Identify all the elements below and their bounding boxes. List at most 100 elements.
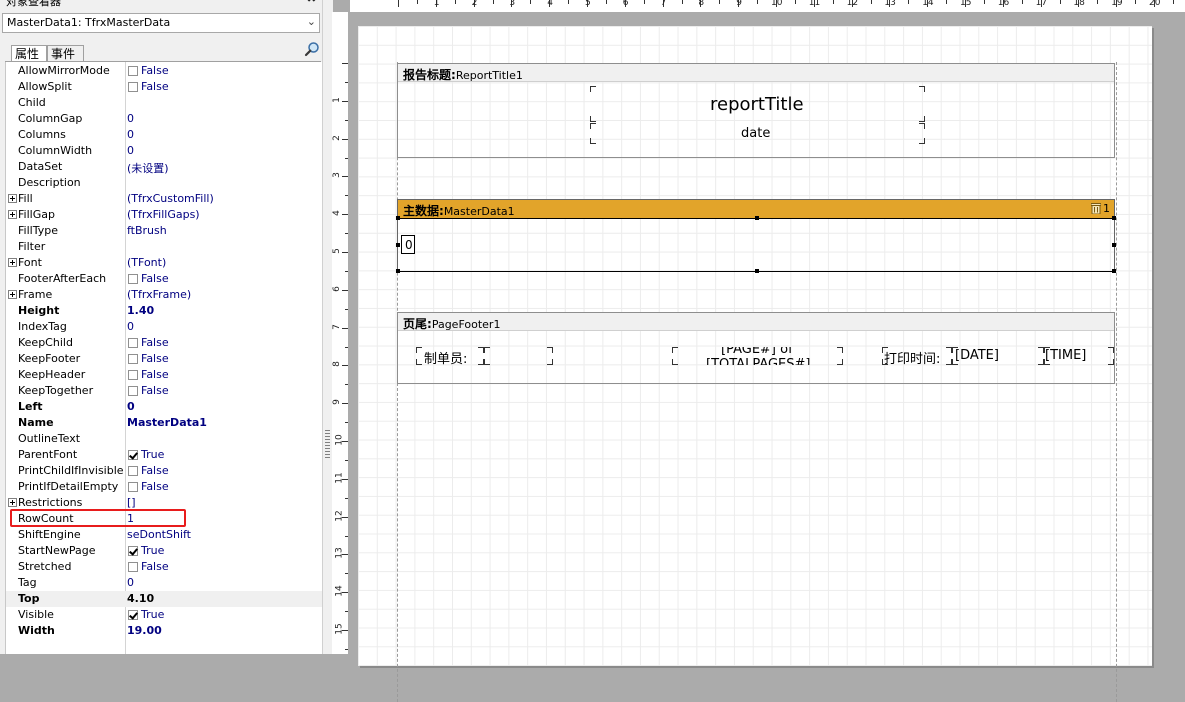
close-icon[interactable]: ✖ (306, 0, 317, 6)
property-checkbox[interactable] (128, 354, 138, 364)
resize-handle-right-top[interactable] (1112, 216, 1116, 220)
search-icon[interactable] (304, 41, 320, 57)
property-value[interactable]: False (141, 64, 169, 77)
tab-properties[interactable]: 属性 (11, 45, 47, 61)
property-row-outlinetext[interactable]: OutlineText (6, 431, 322, 447)
property-checkbox[interactable] (128, 338, 138, 348)
property-checkbox[interactable] (128, 482, 138, 492)
property-row-height[interactable]: Height 1.40 (6, 303, 322, 319)
row-value-memo[interactable]: 0 (401, 235, 415, 254)
property-value[interactable]: False (141, 368, 169, 381)
property-row-stretched[interactable]: Stretched False (6, 559, 322, 575)
property-row-left[interactable]: Left 0 (6, 399, 322, 415)
property-row-width[interactable]: Width 19.00 (6, 623, 322, 639)
date-memo[interactable]: date (590, 123, 925, 144)
report-title-band[interactable]: 报告标题:ReportTitle1 reportTitle date (397, 63, 1115, 158)
resize-handle-right-mid[interactable] (1112, 243, 1116, 247)
property-row-columnwidth[interactable]: ColumnWidth 0 (6, 143, 322, 159)
property-row-keepchild[interactable]: KeepChild False (6, 335, 322, 351)
resize-handle-bottom[interactable] (755, 269, 759, 273)
property-checkbox[interactable] (128, 450, 138, 460)
property-checkbox[interactable] (128, 386, 138, 396)
property-value[interactable]: 0 (127, 320, 134, 333)
property-row-child[interactable]: Child (6, 95, 322, 111)
property-value[interactable]: 0 (127, 144, 134, 157)
property-row-fill[interactable]: Fill (TfrxCustomFill) (6, 191, 322, 207)
resize-handle-right-bottom[interactable] (1112, 269, 1116, 273)
resize-handle-left-bottom[interactable] (396, 269, 400, 273)
expand-icon[interactable] (8, 290, 17, 299)
property-checkbox[interactable] (128, 274, 138, 284)
maker-label-memo[interactable]: 制单员: (416, 347, 484, 367)
expand-icon[interactable] (8, 498, 17, 507)
resize-handle-left-top[interactable] (396, 216, 400, 220)
property-value[interactable]: 0 (127, 400, 135, 413)
object-select[interactable]: MasterData1: TfrxMasterData ⌄ (2, 13, 320, 33)
property-value[interactable]: MasterData1 (127, 416, 207, 429)
property-value[interactable]: False (141, 560, 169, 573)
property-value[interactable]: True (141, 544, 164, 557)
expand-icon[interactable] (8, 258, 17, 267)
property-value[interactable]: False (141, 352, 169, 365)
property-row-tag[interactable]: Tag 0 (6, 575, 322, 591)
property-checkbox[interactable] (128, 466, 138, 476)
property-value[interactable]: False (141, 480, 169, 493)
property-checkbox[interactable] (128, 562, 138, 572)
property-row-indextag[interactable]: IndexTag 0 (6, 319, 322, 335)
property-row-name[interactable]: Name MasterData1 (6, 415, 322, 431)
property-checkbox[interactable] (128, 370, 138, 380)
property-value[interactable]: True (141, 448, 164, 461)
date-field-memo[interactable]: [DATE] (952, 347, 1044, 365)
property-value[interactable]: [] (127, 496, 136, 509)
property-value[interactable]: 1.40 (127, 304, 154, 317)
property-value[interactable]: (TfrxFrame) (127, 288, 191, 301)
property-checkbox[interactable] (128, 66, 138, 76)
data-bin-icon[interactable] (1091, 203, 1101, 214)
property-row-visible[interactable]: Visible True (6, 607, 322, 623)
property-row-columns[interactable]: Columns 0 (6, 127, 322, 143)
property-value[interactable]: False (141, 384, 169, 397)
property-row-parentfont[interactable]: ParentFont True (6, 447, 322, 463)
property-value[interactable]: 0 (127, 128, 134, 141)
property-checkbox[interactable] (128, 610, 138, 620)
property-value[interactable]: 19.00 (127, 624, 162, 637)
property-value[interactable]: (TFont) (127, 256, 166, 269)
print-time-label-memo[interactable]: 打印时间: (882, 347, 952, 367)
property-row-top[interactable]: Top 4.10 (6, 591, 322, 607)
property-value[interactable]: False (141, 464, 169, 477)
splitter-grip[interactable] (325, 430, 330, 458)
property-row-startnewpage[interactable]: StartNewPage True (6, 543, 322, 559)
resize-handle-left-mid[interactable] (396, 243, 400, 247)
property-row-fillgap[interactable]: FillGap (TfrxFillGaps) (6, 207, 322, 223)
property-value[interactable]: 0 (127, 576, 134, 589)
page-number-memo[interactable]: [PAGE#] of [TOTALPAGES#] (672, 347, 843, 365)
property-value[interactable]: 4.10 (127, 592, 154, 605)
tab-events[interactable]: 事件 (47, 45, 84, 61)
time-field-memo[interactable]: [TIME] (1044, 347, 1114, 365)
property-row-printchildifinvisible[interactable]: PrintChildIfInvisible False (6, 463, 322, 479)
property-value[interactable]: True (141, 608, 164, 621)
property-row-printifdetailempty[interactable]: PrintIfDetailEmpty False (6, 479, 322, 495)
resize-handle-top[interactable] (755, 216, 759, 220)
report-title-memo[interactable]: reportTitle (590, 86, 925, 122)
property-row-keepheader[interactable]: KeepHeader False (6, 367, 322, 383)
chevron-down-icon[interactable]: ⌄ (307, 15, 316, 28)
page-footer-band[interactable]: 页尾:PageFooter1 制单员: [PAGE#] of [TOTALPAG… (397, 312, 1115, 384)
property-row-shiftengine[interactable]: ShiftEngine seDontShift (6, 527, 322, 543)
property-row-footeraftereach[interactable]: FooterAfterEach False (6, 271, 322, 287)
property-row-font[interactable]: Font (TFont) (6, 255, 322, 271)
master-data-band[interactable]: 主数据:MasterData1 1 0 (396, 199, 1116, 273)
property-value[interactable]: False (141, 336, 169, 349)
property-value[interactable]: False (141, 272, 169, 285)
property-row-columngap[interactable]: ColumnGap 0 (6, 111, 322, 127)
property-value[interactable]: ftBrush (127, 224, 167, 237)
expand-icon[interactable] (8, 210, 17, 219)
property-checkbox[interactable] (128, 546, 138, 556)
property-row-allowsplit[interactable]: AllowSplit False (6, 79, 322, 95)
property-row-allowmirrormode[interactable]: AllowMirrorMode False (6, 63, 322, 79)
property-value[interactable]: 0 (127, 112, 134, 125)
property-row-keeptogether[interactable]: KeepTogether False (6, 383, 322, 399)
property-row-filter[interactable]: Filter (6, 239, 322, 255)
expand-icon[interactable] (8, 194, 17, 203)
maker-value-memo[interactable] (484, 347, 553, 365)
